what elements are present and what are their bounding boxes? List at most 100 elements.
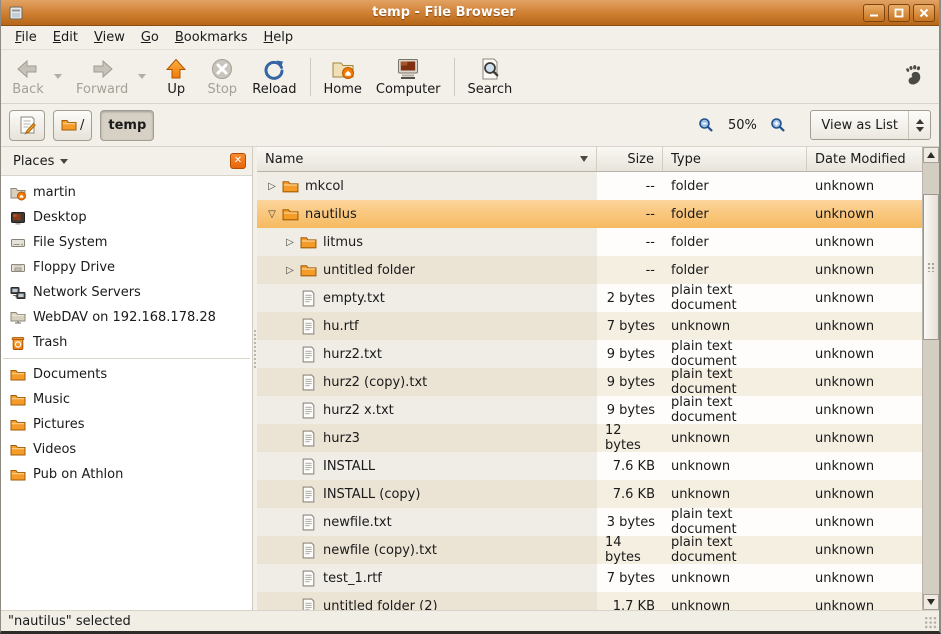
file-icon [300,514,317,531]
menu-go[interactable]: Go [133,27,167,48]
sidebar-view-selector[interactable]: Places [7,152,74,171]
table-row[interactable]: ▷ mkcol -- folder unknown [257,172,922,200]
file-size-cell: 9 bytes [597,368,663,396]
resize-grip[interactable] [924,616,937,629]
splitter-grip [253,329,257,369]
minimize-button[interactable] [863,4,885,22]
titlebar[interactable]: temp - File Browser [1,0,939,26]
file-type-cell: plain text document [663,340,807,368]
table-row[interactable]: untitled folder (2) 1.7 KB unknown unkno… [257,592,922,610]
view-mode-select[interactable]: View as List [810,110,931,140]
sidebar-item-videos[interactable]: Videos [1,437,252,462]
table-row[interactable]: newfile.txt 3 bytes plain text document … [257,508,922,536]
sidebar-item-pictures[interactable]: Pictures [1,412,252,437]
table-row[interactable]: hurz3 12 bytes unknown unknown [257,424,922,452]
file-icon [300,290,317,307]
reload-button[interactable]: Reload [245,55,303,99]
table-row[interactable]: hu.rtf 7 bytes unknown unknown [257,312,922,340]
scroll-down-button[interactable] [923,594,939,610]
sidebar-item-documents[interactable]: Documents [1,362,252,387]
expander-icon[interactable]: ▷ [283,237,297,248]
file-name: mkcol [305,179,344,194]
table-row[interactable]: ▽ nautilus -- folder unknown [257,200,922,228]
file-type-cell: folder [663,172,807,200]
file-name-cell: INSTALL (copy) [257,480,597,508]
file-name: INSTALL [323,459,375,474]
menu-view[interactable]: View [86,27,133,48]
table-row[interactable]: hurz2 x.txt 9 bytes plain text document … [257,396,922,424]
table-row[interactable]: ▷ untitled folder -- folder unknown [257,256,922,284]
back-history-dropdown[interactable] [51,74,65,79]
file-icon [282,206,299,223]
place-icon [10,285,26,301]
sidebar-item-martin[interactable]: martin [1,180,252,205]
forward-button[interactable]: Forward [69,55,135,99]
file-size-cell: -- [597,228,663,256]
vertical-scrollbar[interactable] [922,147,939,610]
zoom-out-icon[interactable] [698,117,714,133]
place-icon [10,210,26,226]
table-row[interactable]: hurz2.txt 9 bytes plain text document un… [257,340,922,368]
sidebar-close-button[interactable]: ✕ [230,153,246,169]
expander-icon[interactable]: ▷ [283,265,297,276]
file-date-cell: unknown [807,564,922,592]
place-label: Videos [33,442,76,457]
place-label: File System [33,235,107,250]
computer-button[interactable]: Computer [369,55,448,99]
menu-edit[interactable]: Edit [45,27,86,48]
maximize-button[interactable] [888,4,910,22]
file-type-cell: unknown [663,424,807,452]
table-row[interactable]: INSTALL 7.6 KB unknown unknown [257,452,922,480]
sidebar-item-music[interactable]: Music [1,387,252,412]
file-name-cell: hurz3 [257,424,597,452]
scrollbar-thumb[interactable] [923,194,939,340]
back-button[interactable]: Back [5,55,51,99]
expander-icon[interactable]: ▷ [265,181,279,192]
file-date-cell: unknown [807,284,922,312]
sidebar-item-desktop[interactable]: Desktop [1,205,252,230]
column-header-name[interactable]: Name [257,147,597,171]
place-label: Trash [33,335,67,350]
thumb-grip [927,262,935,272]
menu-bookmarks[interactable]: Bookmarks [167,27,256,48]
place-label: Pub on Athlon [33,467,123,482]
column-header-type[interactable]: Type [663,147,807,171]
home-button[interactable]: Home [317,55,369,99]
sidebar-item-trash[interactable]: Trash [1,330,252,355]
search-button[interactable]: Search [461,55,520,99]
column-header-size[interactable]: Size [597,147,663,171]
close-button[interactable] [913,4,935,22]
path-current-button[interactable]: temp [100,110,154,141]
sidebar-item-file-system[interactable]: File System [1,230,252,255]
table-row[interactable]: INSTALL (copy) 7.6 KB unknown unknown [257,480,922,508]
file-date-cell: unknown [807,480,922,508]
table-row[interactable]: hurz2 (copy).txt 9 bytes plain text docu… [257,368,922,396]
expander-icon[interactable]: ▽ [265,209,279,220]
sidebar-item-pub-on-athlon[interactable]: Pub on Athlon [1,462,252,487]
sidebar-item-floppy-drive[interactable]: Floppy Drive [1,255,252,280]
table-row[interactable]: newfile (copy).txt 14 bytes plain text d… [257,536,922,564]
table-row[interactable]: ▷ litmus -- folder unknown [257,228,922,256]
chevron-down-icon [54,74,62,79]
forward-history-dropdown[interactable] [135,74,149,79]
sidebar-item-webdav-on-192-168-178-28[interactable]: WebDAV on 192.168.178.28 [1,305,252,330]
file-date-cell: unknown [807,256,922,284]
edit-location-button[interactable] [9,110,45,141]
column-header-date-modified[interactable]: Date Modified [807,147,922,171]
pane-splitter[interactable] [253,147,257,610]
table-row[interactable]: test_1.rtf 7 bytes unknown unknown [257,564,922,592]
up-button[interactable]: Up [153,55,199,99]
file-name: test_1.rtf [323,571,382,586]
menu-help[interactable]: Help [256,27,302,48]
scroll-up-button[interactable] [923,147,939,163]
maximize-icon [894,8,904,18]
table-row[interactable]: empty.txt 2 bytes plain text document un… [257,284,922,312]
edit-location-icon [17,115,37,135]
zoom-in-icon[interactable] [770,117,786,133]
menu-file[interactable]: File [7,27,45,48]
stop-button[interactable]: Stop [199,55,245,99]
path-root-button[interactable]: / [53,110,92,141]
place-label: Documents [33,367,107,382]
sidebar-item-network-servers[interactable]: Network Servers [1,280,252,305]
scrollbar-track[interactable] [923,163,939,594]
